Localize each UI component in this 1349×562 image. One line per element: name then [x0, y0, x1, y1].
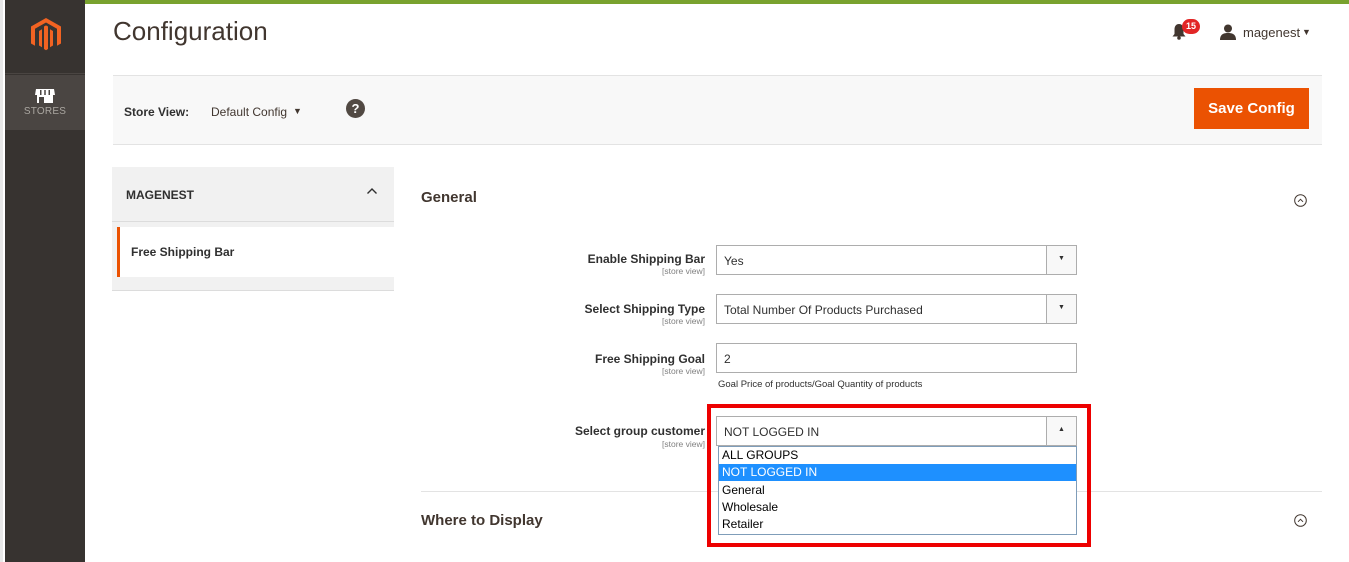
notification-count-badge[interactable]: 15 — [1182, 19, 1201, 34]
window-edge — [0, 0, 3, 562]
caret-down-icon[interactable]: ▼ — [293, 106, 302, 116]
tab-group-magenest[interactable]: MAGENEST — [112, 167, 394, 222]
section-where-to-display-title[interactable]: Where to Display — [421, 512, 543, 529]
field-label-group-customer: Select group customer — [574, 424, 705, 438]
field-hint: Goal Price of products/Goal Quantity of … — [718, 379, 923, 390]
save-config-button[interactable]: Save Config — [1194, 88, 1309, 129]
select-value: Yes — [724, 254, 744, 268]
tab-free-shipping-bar[interactable]: Free Shipping Bar — [117, 227, 397, 277]
page-actions-toolbar: Store View: Default Config ▼ ? Save Conf… — [113, 75, 1322, 145]
nav-item-stores[interactable]: STORES — [5, 75, 85, 130]
field-label-shipping-type: Select Shipping Type — [584, 302, 705, 316]
input-value: 2 — [724, 352, 731, 366]
free-shipping-goal-input[interactable]: 2 — [716, 343, 1077, 373]
tab-group-title: MAGENEST — [126, 188, 195, 202]
user-name[interactable]: magenest — [1243, 25, 1300, 40]
select-arrow[interactable]: ▼ — [1046, 246, 1076, 274]
user-icon[interactable] — [1220, 24, 1236, 40]
sidebar-divider — [5, 73, 85, 74]
field-label-enable-shipping-bar: Enable Shipping Bar — [587, 252, 705, 266]
chevron-up-icon[interactable] — [366, 185, 378, 197]
top-accent-line — [85, 0, 1349, 4]
tab-label: Free Shipping Bar — [131, 245, 235, 259]
store-view-switcher[interactable]: Default Config — [211, 105, 287, 119]
nav-item-stores-label: STORES — [23, 106, 67, 117]
field-scope: [store view] — [662, 366, 705, 376]
store-view-label: Store View: — [124, 105, 190, 119]
page-title: Configuration — [113, 16, 268, 46]
shipping-type-select[interactable]: Total Number Of Products Purchased ▼ — [716, 294, 1077, 324]
field-scope: [store view] — [662, 316, 705, 326]
magento-logo-icon[interactable] — [31, 18, 61, 52]
select-arrow[interactable]: ▼ — [1046, 295, 1076, 323]
field-label-free-shipping-goal: Free Shipping Goal — [594, 352, 705, 366]
caret-down-icon: ▼ — [1058, 304, 1065, 311]
section-general-title[interactable]: General — [421, 189, 477, 206]
help-icon[interactable]: ? — [346, 99, 365, 118]
field-scope: [store view] — [662, 266, 705, 276]
caret-down-icon: ▼ — [1058, 255, 1065, 262]
collapse-icon[interactable] — [1294, 514, 1307, 527]
annotation-highlight-box — [707, 404, 1091, 547]
admin-sidebar: STORES — [5, 0, 85, 562]
store-icon — [35, 89, 55, 103]
config-tabs-panel: MAGENEST Free Shipping Bar — [112, 167, 397, 291]
enable-shipping-bar-select[interactable]: Yes ▼ — [716, 245, 1077, 275]
select-value: Total Number Of Products Purchased — [724, 303, 923, 317]
collapse-icon[interactable] — [1294, 194, 1307, 207]
caret-down-icon[interactable]: ▼ — [1302, 27, 1311, 37]
field-scope: [store view] — [662, 439, 705, 449]
